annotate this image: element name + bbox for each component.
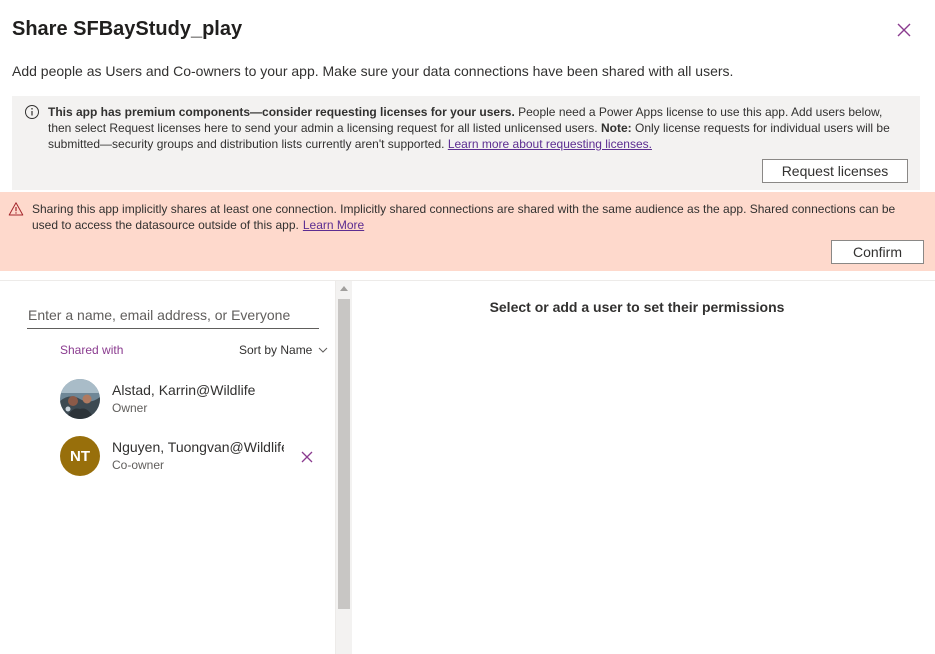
request-licenses-button[interactable]: Request licenses: [762, 159, 908, 183]
user-avatar-initials: NT: [60, 436, 100, 476]
dialog-title: Share SFBayStudy_play: [12, 18, 243, 40]
learn-more-licenses-link[interactable]: Learn more about requesting licenses.: [448, 137, 652, 151]
people-pane-scrollbar[interactable]: [336, 281, 352, 654]
close-icon: [897, 23, 911, 37]
chevron-down-icon: [319, 347, 328, 353]
user-list-item[interactable]: Alstad, Karrin@Wildlife Owner: [60, 379, 330, 423]
permissions-placeholder: Select or add a user to set their permis…: [489, 299, 785, 315]
warning-learn-more-link[interactable]: Learn More: [303, 218, 364, 232]
remove-user-button[interactable]: [299, 449, 315, 465]
premium-notice-text: This app has premium components—consider…: [48, 104, 908, 152]
people-pane: Shared with Sort by Name Alstad, Karrin@: [0, 281, 336, 654]
close-button[interactable]: [894, 20, 914, 40]
premium-notice-note-label: Note:: [600, 121, 632, 135]
user-list-item[interactable]: NT Nguyen, Tuongvan@Wildlife Co-owner: [60, 436, 330, 480]
warning-icon: [8, 202, 24, 216]
confirm-button[interactable]: Confirm: [831, 240, 924, 264]
sort-dropdown[interactable]: Sort by Name: [239, 343, 328, 357]
info-icon: [25, 105, 39, 119]
user-avatar-photo: [60, 379, 100, 419]
close-icon: [301, 451, 313, 463]
warning-message: Sharing this app implicitly shares at le…: [32, 202, 896, 232]
dialog-subtitle: Add people as Users and Co-owners to you…: [12, 63, 734, 79]
sort-label: Sort by Name: [239, 343, 313, 357]
people-search-input[interactable]: [27, 301, 319, 329]
user-name: Nguyen, Tuongvan@Wildlife: [112, 439, 284, 455]
premium-license-notice: This app has premium components—consider…: [12, 96, 920, 190]
scrollbar-thumb[interactable]: [338, 299, 350, 609]
user-role: Owner: [112, 401, 148, 415]
shared-connections-warning: Sharing this app implicitly shares at le…: [0, 192, 935, 271]
user-name: Alstad, Karrin@Wildlife: [112, 382, 256, 398]
scroll-up-arrow-icon[interactable]: [340, 285, 348, 291]
user-role: Co-owner: [112, 458, 165, 472]
premium-notice-lead: This app has premium components—consider…: [48, 105, 515, 119]
warning-text: Sharing this app implicitly shares at le…: [32, 201, 922, 233]
shared-with-label: Shared with: [60, 343, 124, 357]
